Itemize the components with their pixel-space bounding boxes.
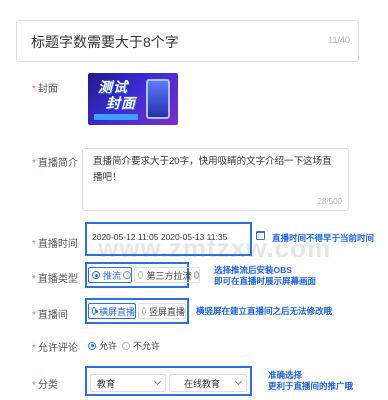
- type-note-2: 即可在直播时展示屏幕画面: [214, 276, 317, 286]
- cover-strip: [94, 114, 138, 120]
- radio-selected-icon: [92, 271, 100, 279]
- radio-icon: [138, 271, 144, 279]
- category-primary-select[interactable]: 教育: [90, 374, 166, 392]
- category-note-2: 更利于直播间的推广哦: [268, 381, 354, 391]
- category-note-1: 准确选择: [268, 370, 303, 380]
- type-option-pull[interactable]: 第三方拉流?: [134, 267, 200, 283]
- screen-label: * 直播间: [32, 310, 68, 321]
- required-mark: *: [32, 84, 36, 95]
- type-label: * 直播类型: [32, 274, 78, 285]
- intro-textarea[interactable]: 直播简介要求大于20字，快用吸睛的文字介绍一下这场直播吧！ 28/500: [82, 148, 349, 211]
- radio-icon: [142, 307, 146, 315]
- comment-label: * 允许评论: [32, 343, 78, 354]
- chevron-down-icon: [153, 377, 162, 386]
- type-option-push[interactable]: 推流?: [88, 267, 132, 283]
- intro-textarea-value: 直播简介要求大于20字，快用吸睛的文字介绍一下这场直播吧！: [93, 156, 332, 183]
- cover-label: * 封面: [32, 84, 58, 95]
- title-input[interactable]: 标题字数需要大于8个字 11/40: [16, 20, 359, 62]
- category-secondary-select[interactable]: 在线教育: [169, 374, 247, 392]
- phone-illustration-icon: [146, 79, 170, 119]
- screen-option-landscape[interactable]: 横屏直播: [88, 303, 136, 319]
- cover-text-2: 封面: [106, 95, 136, 111]
- time-note: 直播时间不得早于当前时间: [272, 233, 375, 243]
- intro-char-count: 28/500: [317, 197, 342, 206]
- comment-option-allow[interactable]: 允许: [88, 339, 117, 352]
- live-create-form: 标题字数需要大于8个字 11/40 * 封面 测试 封面 * 直播简介 直播简介要求…: [0, 0, 388, 400]
- comment-option-deny[interactable]: 不允许: [122, 339, 160, 352]
- screen-option-portrait[interactable]: 竖屏直播: [138, 303, 186, 319]
- help-icon[interactable]: ?: [123, 271, 131, 279]
- title-input-value: 标题字数需要大于8个字: [31, 34, 179, 50]
- calendar-icon[interactable]: [256, 231, 265, 240]
- category-highlight: 教育 在线教育: [85, 366, 252, 396]
- intro-label: * 直播简介: [32, 158, 78, 169]
- cover-image[interactable]: 测试 封面: [88, 73, 178, 125]
- type-note-1: 选择推流后安装OBS: [214, 265, 292, 275]
- radio-selected-icon: [88, 341, 96, 350]
- time-label: * 直播时间: [32, 239, 78, 250]
- chevron-down-icon: [234, 377, 243, 386]
- time-range-highlight: 2020-05-12 11:05 2020-05-13 11:35: [85, 222, 252, 256]
- title-char-count: 11/40: [328, 35, 350, 45]
- time-range-input[interactable]: 2020-05-12 11:05 2020-05-13 11:35: [92, 232, 249, 248]
- screen-note: 横竖屏在建立直播间之后无法修改哦: [196, 306, 333, 316]
- radio-selected-icon: [92, 307, 98, 315]
- radio-icon: [122, 341, 130, 350]
- category-label: * 分类: [32, 380, 58, 391]
- help-icon[interactable]: ?: [193, 271, 199, 279]
